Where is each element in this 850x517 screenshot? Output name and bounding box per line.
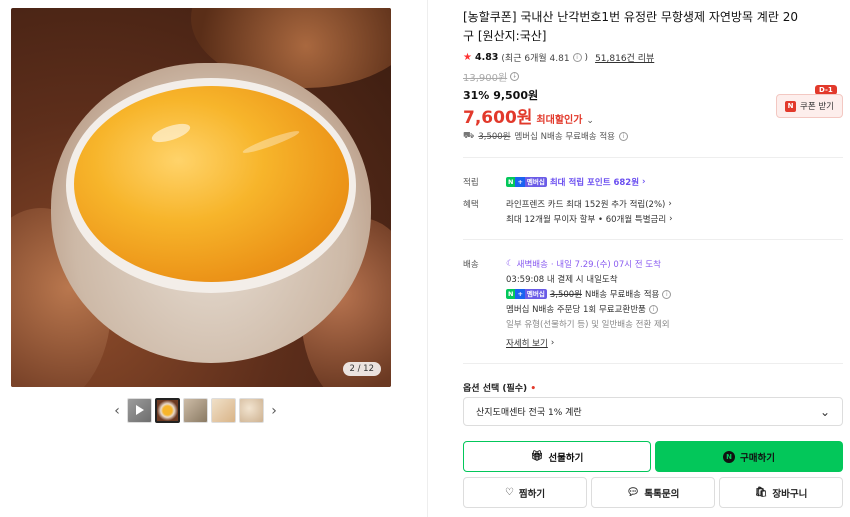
delivery-method: 새벽배송: [516, 260, 548, 270]
option-label: 옵션 선택 (필수) •: [463, 384, 537, 394]
divider: [463, 239, 843, 240]
gift-button[interactable]: 🎁︎ 선물하기: [463, 441, 651, 472]
delivery-exclusion: 일부 유형(선물하기 등) 및 일반배송 전환 제외: [506, 320, 670, 330]
rating-row: ★ 4.83 (최근 6개월 4.81 i) 51,816건 리뷰: [463, 51, 654, 64]
dawn-delivery-icon: ☾: [506, 259, 514, 269]
column-divider: [427, 0, 428, 517]
max-discount-row[interactable]: 7,600원 최대할인가 ⌄: [463, 103, 594, 128]
max-discount-label: 최대할인가: [536, 115, 583, 126]
delivery-method-row: ☾ 새벽배송 · 내일 7.29.(수) 07시 전 도착: [506, 258, 661, 270]
egg-yolk: [74, 86, 349, 282]
talk-inquiry-button[interactable]: 💬︎ 톡톡문의: [591, 477, 715, 508]
info-icon[interactable]: i: [572, 53, 582, 62]
original-price: 13,900원: [463, 73, 508, 84]
points-label: 적립: [463, 178, 479, 188]
thumbnail-package[interactable]: [183, 398, 208, 423]
chat-icon: 💬︎: [626, 487, 640, 498]
delivery-cutoff: 03:59:08 내 결제 시 내일도착: [506, 275, 618, 285]
cart-button[interactable]: 🛍︎ 장바구니: [719, 477, 843, 508]
product-title: [농할쿠폰] 국내산 난각번호1번 유정란 무항생제 자연방목 계란 20구 […: [463, 10, 798, 43]
shipping-row: ⛟ 3,500원 멤버십 N배송 무료배송 적용 i: [463, 130, 628, 142]
points-text: 최대 적립 포인트 682원: [549, 178, 640, 188]
delivery-return-row: 멤버십 N배송 주문당 1회 무료교환반품 i: [506, 303, 658, 315]
max-discount-price: 7,600원: [463, 108, 533, 128]
shipping-strike-price: 3,500원: [478, 132, 511, 142]
delivery-fee-row: N + 멤버십 3,500원 N배송 무료배송 적용 i: [506, 288, 672, 300]
discount-price-row: 31% 9,500원: [463, 87, 538, 103]
chevron-down-icon: ⌄: [586, 116, 594, 126]
cart-label: 장바구니: [772, 488, 808, 500]
star-icon: ★: [463, 52, 472, 63]
thumbnail-eggs[interactable]: [211, 398, 236, 423]
heart-icon: ♡: [504, 487, 514, 498]
chevron-right-icon: ›: [668, 199, 672, 209]
gift-label: 선물하기: [548, 452, 584, 464]
required-dot: •: [530, 384, 537, 394]
gift-icon: 🎁︎: [530, 451, 544, 462]
zzim-button[interactable]: ♡ 찜하기: [463, 477, 587, 508]
thumbnail-egg-yolk[interactable]: [155, 398, 180, 423]
delivery-label: 배송: [463, 260, 479, 270]
perk-card-row[interactable]: 라인프렌즈 카드 최대 152원 추가 적립(2%) ›: [506, 198, 672, 210]
coupon-n-icon: N: [785, 100, 796, 112]
buy-label: 구매하기: [740, 452, 775, 464]
info-icon[interactable]: i: [648, 304, 658, 314]
discount-percent: 31%: [463, 89, 490, 102]
shipping-text: 멤버십 N배송 무료배송 적용: [514, 132, 615, 142]
thumbnail-strip: ‹ ›: [110, 398, 281, 423]
membership-badge: N + 멤버십: [506, 289, 547, 299]
cart-icon: 🛍︎: [754, 487, 768, 498]
chevron-right-icon: ›: [550, 338, 555, 348]
divider: [463, 157, 843, 158]
option-select[interactable]: 산지도매센타 전국 1% 계란 ⌄: [463, 397, 843, 426]
chevron-left-icon[interactable]: ‹: [110, 399, 124, 423]
naver-pay-icon: N: [723, 450, 736, 463]
price-info-icon[interactable]: i: [510, 72, 520, 81]
talk-label: 톡톡문의: [644, 488, 680, 500]
chevron-right-icon: ›: [669, 214, 673, 224]
shipping-info-icon[interactable]: i: [618, 131, 628, 141]
chevron-right-icon: ›: [642, 177, 646, 187]
more-link-text: 자세히 보기: [506, 339, 548, 349]
original-price-row: 13,900원 i: [463, 69, 520, 84]
delivery-eta: · 내일 7.29.(수) 07시 전 도착: [550, 260, 661, 270]
chevron-right-icon[interactable]: ›: [267, 399, 281, 423]
divider: [463, 363, 843, 364]
chevron-down-icon: ⌄: [819, 404, 830, 419]
info-icon[interactable]: i: [662, 289, 672, 299]
discount-price: 9,500원: [493, 89, 539, 102]
delivery-more-link[interactable]: 자세히 보기 ›: [506, 337, 554, 349]
rating-recent: (최근 6개월 4.81: [501, 54, 570, 64]
rating-value: 4.83: [474, 52, 499, 63]
perks-label: 혜택: [463, 200, 479, 210]
perk-installment-text: 최대 12개월 무이자 할부 • 60개월 특별금리: [506, 215, 667, 225]
rating-recent-close: ): [584, 52, 589, 63]
delivery-fee-strike: 3,500원: [549, 290, 583, 300]
buy-button[interactable]: N 구매하기: [655, 441, 843, 472]
product-main-image[interactable]: 2 / 12: [11, 8, 391, 387]
delivery-return-text: 멤버십 N배송 주문당 1회 무료교환반품: [506, 305, 646, 315]
thumbnail-egg-tray[interactable]: [239, 398, 264, 423]
perk-installment-row[interactable]: 최대 12개월 무이자 할부 • 60개월 특별금리 ›: [506, 213, 673, 225]
perk-card-text: 라인프렌즈 카드 최대 152원 추가 적립(2%): [506, 200, 666, 210]
option-selected: 산지도매센타 전국 1% 계란: [476, 408, 582, 418]
points-row[interactable]: N + 멤버십 최대 적립 포인트 682원 ›: [506, 176, 646, 188]
truck-icon: ⛟: [463, 130, 475, 141]
coupon-button[interactable]: N 쿠폰 받기: [776, 94, 843, 118]
coupon-label: 쿠폰 받기: [800, 102, 834, 112]
zzim-label: 찜하기: [518, 488, 546, 500]
review-count-link[interactable]: 51,816건 리뷰: [595, 51, 654, 64]
membership-badge: N + 멤버십: [506, 177, 547, 187]
delivery-fee-text: N배송 무료배송 적용: [585, 290, 660, 300]
thumbnail-video[interactable]: [127, 398, 152, 423]
image-counter: 2 / 12: [342, 362, 381, 376]
